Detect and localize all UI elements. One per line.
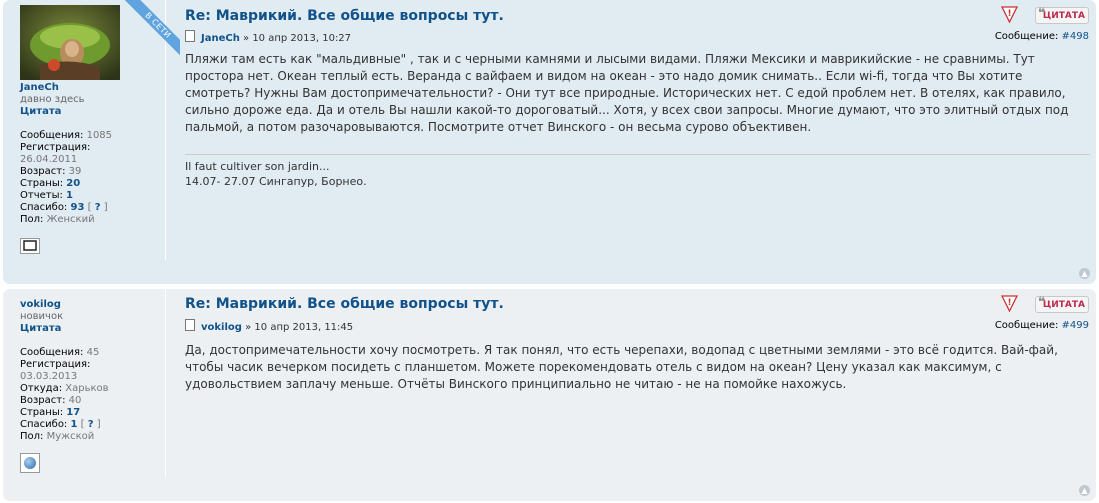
post-date: » 10 апр 2013, 11:45 bbox=[245, 322, 354, 333]
report-icon-glyph: ! bbox=[1007, 9, 1011, 19]
profile-username[interactable]: vokilog bbox=[20, 299, 61, 310]
from-label: Откуда: bbox=[20, 383, 63, 394]
thanks-label: Спасибо: bbox=[20, 419, 68, 430]
avatar-image bbox=[20, 5, 120, 80]
post-498: В СЕТИ JaneCh давно здесь Цитата Сообщен… bbox=[3, 0, 1096, 284]
report-icon: ! bbox=[1000, 6, 1019, 24]
age-value: 39 bbox=[68, 166, 82, 177]
post-content: Пляжи там есть как "мальдивные" , так и … bbox=[185, 52, 1069, 134]
back-to-top-icon[interactable]: ▲ bbox=[1079, 268, 1090, 279]
message-number-link[interactable]: #499 bbox=[1062, 320, 1089, 331]
post-author[interactable]: JaneCh bbox=[201, 33, 240, 44]
countries-value[interactable]: 17 bbox=[66, 407, 80, 418]
signature-divider bbox=[185, 154, 1090, 155]
thanks-value[interactable]: 93 bbox=[71, 202, 85, 213]
gender-label: Пол: bbox=[20, 431, 44, 442]
message-number: Сообщение: #498 bbox=[995, 31, 1089, 42]
message-number: Сообщение: #499 bbox=[995, 320, 1089, 331]
message-label: Сообщение: bbox=[994, 320, 1059, 331]
thanks-help-link[interactable]: ? bbox=[88, 419, 94, 430]
reports-value[interactable]: 1 bbox=[66, 190, 73, 201]
age-label: Возраст: bbox=[20, 166, 66, 177]
thanks-value[interactable]: 1 bbox=[71, 419, 78, 430]
globe-icon-graphic bbox=[24, 457, 36, 469]
avatar[interactable] bbox=[20, 5, 120, 80]
quote-button[interactable]: ❝ ЦИТАТА bbox=[1035, 295, 1089, 313]
report-icon-glyph: ! bbox=[1007, 298, 1011, 308]
reg-label: Регистрация: bbox=[20, 359, 91, 370]
globe-icon[interactable] bbox=[20, 453, 40, 473]
report-icon: ! bbox=[1000, 295, 1019, 313]
countries-label: Страны: bbox=[20, 178, 64, 189]
gender-label: Пол: bbox=[20, 214, 44, 225]
signature-line-2: 14.07- 27.07 Сингапур, Борнео. bbox=[185, 175, 367, 188]
age-value: 40 bbox=[68, 395, 82, 406]
reg-date: 03.03.2013 bbox=[20, 371, 78, 382]
reg-date: 26.04.2011 bbox=[20, 154, 78, 165]
quote-icon: ❝ bbox=[1038, 6, 1046, 21]
quote-button-label: ЦИТАТА bbox=[1042, 11, 1085, 21]
profile-quote-link[interactable]: Цитата bbox=[20, 323, 61, 334]
gender-value: Женский bbox=[46, 214, 95, 225]
post-profile: В СЕТИ JaneCh давно здесь Цитата Сообщен… bbox=[17, 0, 180, 260]
message-label: Сообщение: bbox=[994, 31, 1059, 42]
messages-label: Сообщения: bbox=[20, 347, 84, 358]
messages-count: 1085 bbox=[86, 130, 113, 141]
profile-username[interactable]: JaneCh bbox=[20, 82, 59, 93]
back-to-top-icon[interactable]: ▲ bbox=[1079, 485, 1090, 496]
online-badge: В СЕТИ bbox=[116, 0, 180, 64]
post-content: Да, достопримечательности хочу посмотрет… bbox=[185, 343, 1058, 391]
countries-label: Страны: bbox=[20, 407, 64, 418]
profile-rank: давно здесь bbox=[20, 94, 85, 105]
report-button[interactable]: ! bbox=[1000, 295, 1019, 313]
age-label: Возраст: bbox=[20, 395, 66, 406]
reg-label: Регистрация: bbox=[20, 142, 91, 153]
messages-count: 45 bbox=[86, 347, 100, 358]
reports-label: Отчеты: bbox=[20, 190, 63, 201]
gender-value: Мужской bbox=[46, 431, 95, 442]
profile-rank: новичок bbox=[20, 311, 64, 322]
thanks-label: Спасибо: bbox=[20, 202, 68, 213]
document-icon[interactable] bbox=[185, 319, 195, 331]
message-number-link[interactable]: #498 bbox=[1062, 31, 1089, 42]
profile-quote-link[interactable]: Цитата bbox=[20, 106, 61, 117]
post-499: vokilog новичок Цитата Сообщения: 45 Рег… bbox=[3, 289, 1096, 501]
quote-button[interactable]: ❝ ЦИТАТА bbox=[1035, 6, 1089, 24]
online-badge-label: В СЕТИ bbox=[118, 0, 180, 64]
thanks-help-link[interactable]: ? bbox=[95, 202, 101, 213]
signature-line-1: Il faut cultiver son jardin... bbox=[185, 160, 330, 173]
report-button[interactable]: ! bbox=[1000, 6, 1019, 24]
post-title[interactable]: Re: Маврикий. Все общие вопросы тут. bbox=[185, 296, 504, 312]
post-meta: vokilog » 10 апр 2013, 11:45 bbox=[185, 319, 353, 333]
document-icon[interactable] bbox=[185, 30, 195, 42]
post-meta: JaneCh » 10 апр 2013, 10:27 bbox=[185, 30, 351, 44]
countries-value[interactable]: 20 bbox=[66, 178, 80, 189]
quote-button-label: ЦИТАТА bbox=[1042, 300, 1085, 310]
pm-icon-graphic bbox=[23, 240, 37, 251]
post-date: » 10 апр 2013, 10:27 bbox=[243, 33, 352, 44]
pm-icon[interactable] bbox=[20, 238, 40, 254]
post-profile: vokilog новичок Цитата Сообщения: 45 Рег… bbox=[17, 289, 166, 477]
quote-icon: ❝ bbox=[1038, 295, 1046, 310]
post-title[interactable]: Re: Маврикий. Все общие вопросы тут. bbox=[185, 8, 504, 24]
post-author[interactable]: vokilog bbox=[201, 322, 242, 333]
from-value: Харьков bbox=[65, 383, 109, 394]
messages-label: Сообщения: bbox=[20, 130, 84, 141]
